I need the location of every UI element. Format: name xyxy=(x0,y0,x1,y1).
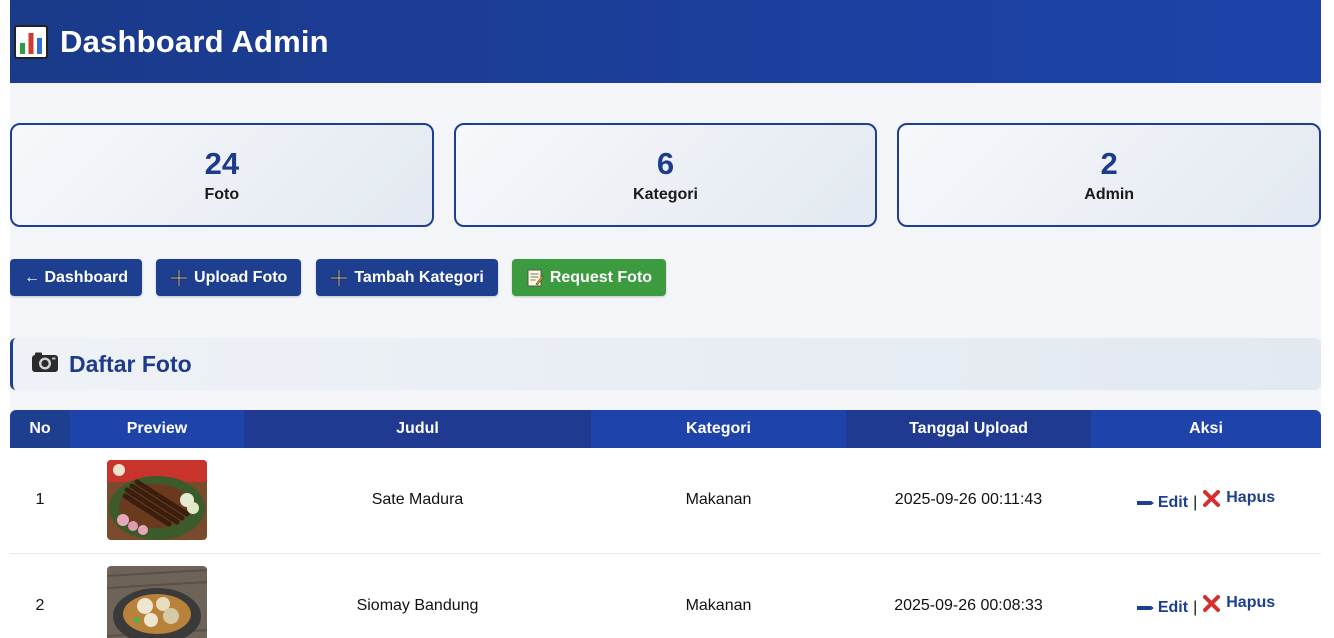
edit-label: Edit xyxy=(1157,493,1189,511)
page: Dashboard Admin 24 Foto 6 Kategori 2 Adm… xyxy=(10,0,1321,638)
cross-mark-icon xyxy=(1203,594,1221,612)
camera-icon xyxy=(31,351,59,378)
section-title: Daftar Foto xyxy=(69,350,192,377)
action-bar: ← Dashboard Upload Foto Tambah Kategori … xyxy=(10,259,680,296)
dashboard-button-label: ← Dashboard xyxy=(24,268,129,286)
kategori-cell: Makanan xyxy=(591,553,846,638)
hapus-label: Hapus xyxy=(1226,594,1276,612)
upload-foto-label: Upload Foto xyxy=(194,268,288,286)
column-header: Aksi xyxy=(1091,410,1321,448)
tanggal-cell: 2025-09-26 00:11:43 xyxy=(846,448,1091,554)
stat-value: 24 xyxy=(204,146,240,181)
pencil-icon xyxy=(1136,605,1154,610)
stats-row: 24 Foto 6 Kategori 2 Admin xyxy=(10,123,1321,227)
edit-link[interactable]: Edit xyxy=(1136,493,1189,512)
tanggal-cell: 2025-09-26 00:08:33 xyxy=(846,553,1091,638)
stat-card-foto: 24 Foto xyxy=(10,123,434,227)
judul-cell: Sate Madura xyxy=(244,448,591,554)
aksi-cell: Edit | Hapus xyxy=(1091,553,1321,638)
photo-table: No Preview Judul Kategori Tanggal Upload… xyxy=(10,410,1321,638)
pencil-icon xyxy=(1136,500,1154,505)
row-number: 1 xyxy=(10,448,70,554)
hapus-link[interactable]: Hapus xyxy=(1203,594,1275,612)
hapus-link[interactable]: Hapus xyxy=(1203,489,1275,507)
preview-cell xyxy=(70,553,244,638)
row-number: 2 xyxy=(10,553,70,638)
column-header: Kategori xyxy=(591,410,846,448)
section-heading: Daftar Foto xyxy=(10,338,1321,390)
stat-value: 6 xyxy=(656,146,675,181)
stat-label: Kategori xyxy=(633,186,698,203)
edit-label: Edit xyxy=(1157,598,1189,616)
aksi-cell: Edit | Hapus xyxy=(1091,448,1321,554)
stat-card-kategori: 6 Kategori xyxy=(453,123,878,227)
table-row: 2 Siomay Bandung Makanan 2025-09-26 00:0… xyxy=(10,553,1321,638)
dashboard-button[interactable]: ← Dashboard xyxy=(10,259,143,296)
cross-mark-icon xyxy=(1203,489,1221,507)
plus-icon xyxy=(170,269,188,287)
column-header: Tanggal Upload xyxy=(846,410,1091,448)
stat-label: Foto xyxy=(204,186,240,203)
column-header: Preview xyxy=(70,410,244,448)
column-header: No xyxy=(10,410,70,448)
upload-foto-button[interactable]: Upload Foto xyxy=(156,259,302,296)
preview-cell xyxy=(70,448,244,554)
plus-icon xyxy=(330,269,348,287)
tambah-kategori-label: Tambah Kategori xyxy=(354,268,484,286)
table-row: 1 Sate Madura Makanan 2025-09-26 00:11:4… xyxy=(10,448,1321,554)
request-foto-label: Request Foto xyxy=(549,268,653,286)
column-header: Judul xyxy=(244,410,591,448)
hapus-label: Hapus xyxy=(1226,489,1276,506)
request-foto-button[interactable]: Request Foto xyxy=(511,259,667,296)
separator: | xyxy=(1193,598,1198,616)
memo-icon xyxy=(526,269,544,287)
siomay-bandung-thumbnail xyxy=(107,565,207,638)
stat-card-admin: 2 Admin xyxy=(897,123,1321,227)
sate-madura-thumbnail xyxy=(107,460,207,541)
table-header-row: No Preview Judul Kategori Tanggal Upload… xyxy=(10,410,1321,448)
tambah-kategori-button[interactable]: Tambah Kategori xyxy=(316,259,498,296)
bar-chart-icon xyxy=(14,24,48,59)
kategori-cell: Makanan xyxy=(591,448,846,554)
header: Dashboard Admin xyxy=(10,0,1321,83)
judul-cell: Siomay Bandung xyxy=(244,553,591,638)
stat-label: Admin xyxy=(1084,186,1135,203)
edit-link[interactable]: Edit xyxy=(1136,598,1189,617)
page-title: Dashboard Admin xyxy=(60,23,329,59)
stat-value: 2 xyxy=(1100,146,1118,181)
separator: | xyxy=(1193,493,1198,511)
